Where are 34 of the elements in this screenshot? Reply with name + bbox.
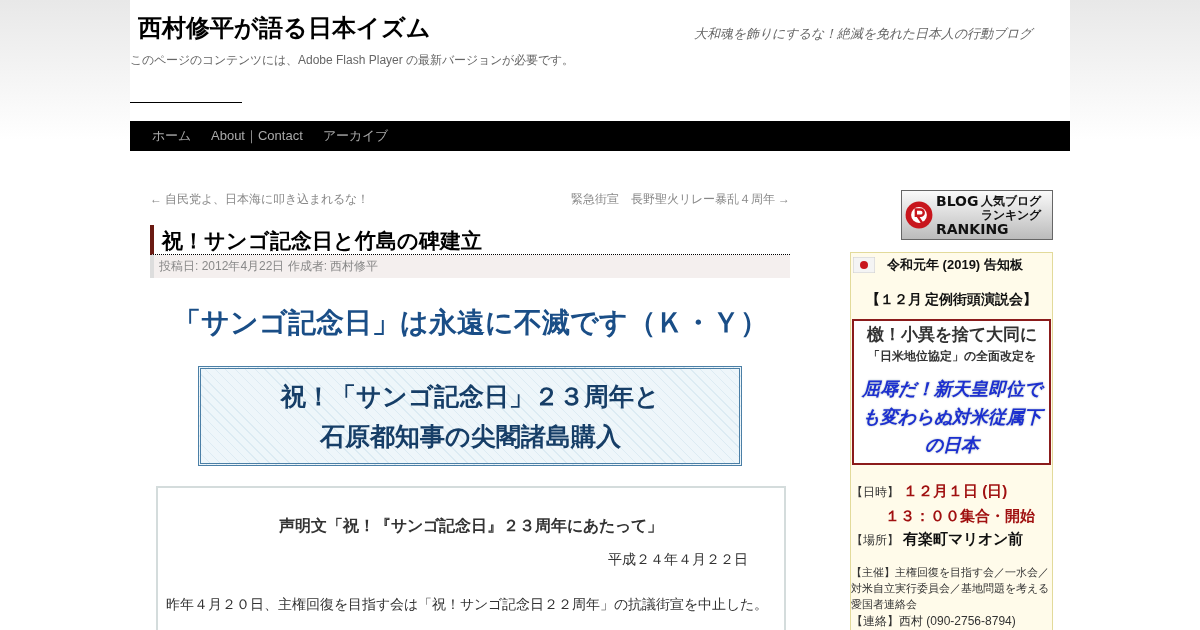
blog-ranking-banner[interactable]: BLOG 人気ブログ ランキング RANKING: [901, 190, 1053, 240]
contact-text: 【連絡】西村 (090-2756-8794): [851, 613, 1017, 630]
notice-title: 令和元年 (2019) 告知板: [887, 256, 1023, 274]
previous-post-link[interactable]: ← 自民党よ、日本海に叩き込まれるな！: [150, 191, 370, 208]
slogan: 檄！小異を捨て大同に: [865, 324, 1038, 346]
site-title[interactable]: 西村修平が語る日本イズム: [138, 12, 431, 44]
event-title: 【１２月 定例街頭演説会】: [864, 291, 1039, 309]
flag-icon: [853, 257, 875, 273]
statement-paragraph: 昨年４月２０日、主権回復を目指す会は「祝！サンゴ記念日２２周年」の抗議街宣を中止した。: [166, 596, 769, 614]
highlight-text: 屈辱だ！新天皇即位でも変わらぬ対米従属下の日本: [854, 375, 1049, 459]
banner-line: 祝！「サンゴ記念日」２３周年と: [279, 381, 661, 412]
ranking-text: RANKING: [936, 221, 1009, 237]
slogan-subtitle: 「日米地位協定」の全面改定を: [866, 348, 1037, 365]
statement-date: 平成２４年４月２２日: [607, 551, 749, 569]
ranking-logo-icon: [904, 200, 934, 230]
detail-label: 【日時】: [851, 484, 899, 501]
meta-label: 作成者:: [287, 259, 328, 273]
statement-title: 声明文「祝！『サンゴ記念日』２３周年にあたって」: [278, 516, 664, 536]
meta-label: 投稿日:: [159, 259, 199, 273]
ranking-small-text: 人気ブログ: [980, 193, 1041, 208]
ranking-small-text: ランキング: [980, 207, 1041, 222]
flash-notice: このページのコンテンツには、Adobe Flash Player の最新バージョンが必要です。: [130, 52, 576, 69]
detail-value: １２月１日 (日): [903, 481, 1008, 501]
detail-value: １３：００集合・開始: [885, 506, 1035, 526]
nav-link[interactable]: ホーム: [142, 127, 201, 145]
ranking-text: BLOG: [936, 193, 979, 209]
detail-label: 【場所】: [851, 532, 899, 549]
nav-link[interactable]: About｜Contact: [201, 127, 313, 145]
post-headline: 「サンゴ記念日」は永遠に不滅です（Ｋ・Ｙ）: [171, 306, 769, 340]
banner-line: 石原都知事の尖閣諸島購入: [318, 421, 622, 452]
next-post-link[interactable]: 緊急街宣 長野聖火リレー暴乱４周年 →: [570, 191, 790, 208]
detail-value: 有楽町マリオン前: [903, 529, 1023, 549]
organizers-text: 【主催】主権回復を目指す会／一水会／対米自立実行委員会／基地問題を考える愛国者連絡会: [851, 565, 1050, 612]
nav-link[interactable]: アーカイブ: [312, 127, 398, 145]
